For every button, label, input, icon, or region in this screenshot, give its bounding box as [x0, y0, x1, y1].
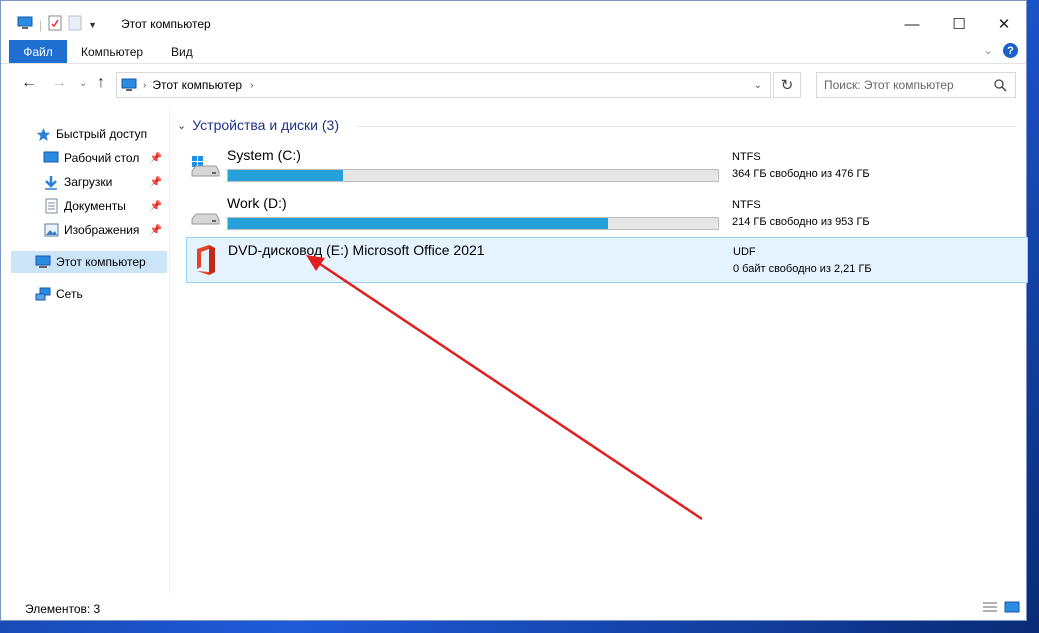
breadcrumb-location[interactable]: Этот компьютер: [152, 78, 242, 92]
sidebar-item-documents[interactable]: Документы 📌: [1, 195, 167, 217]
drive-usage-bar: [227, 217, 719, 230]
refresh-button[interactable]: ↻: [773, 72, 801, 98]
sidebar-item-network[interactable]: Сеть: [1, 283, 167, 305]
drive-usage-bar: [227, 169, 719, 182]
chevron-down-icon[interactable]: ⌄: [177, 119, 186, 132]
computer-icon: [35, 254, 51, 270]
desktop-icon: [43, 150, 59, 166]
group-divider: [357, 126, 1017, 127]
minimize-button[interactable]: —: [889, 9, 935, 39]
sidebar-item-label: Рабочий стол: [64, 151, 140, 165]
computer-icon: [121, 78, 137, 92]
search-placeholder: Поиск: Этот компьютер: [824, 78, 954, 92]
explorer-window: | ▼ Этот компьютер — ☐ ✕ Файл Компьютер …: [0, 0, 1028, 621]
drive-filesystem: UDF: [733, 246, 756, 258]
sidebar-item-this-pc[interactable]: Этот компьютер: [11, 251, 167, 273]
drive-name: DVD-дисковод (E:) Microsoft Office 2021: [228, 242, 485, 258]
sidebar-item-label: Документы: [64, 199, 126, 213]
office-icon: [191, 244, 221, 279]
sidebar-item-label: Изображения: [64, 223, 140, 237]
recent-dropdown-icon[interactable]: ⌄: [79, 78, 87, 89]
search-icon: [994, 78, 1007, 92]
window-title: Этот компьютер: [121, 17, 211, 31]
status-bar: Элементов: 3: [1, 597, 1026, 621]
document-icon: [43, 198, 59, 214]
network-icon: [35, 286, 51, 302]
ribbon-tabs: Файл Компьютер Вид ⌄ ?: [1, 39, 1026, 64]
drive-name: System (C:): [227, 147, 301, 163]
address-bar[interactable]: › Этот компьютер › ⌄: [116, 72, 771, 98]
drive-item-c[interactable]: System (C:) NTFS 364 ГБ свободно из 476 …: [186, 143, 1028, 189]
address-dropdown-icon[interactable]: ⌄: [754, 80, 762, 91]
sidebar-item-quick-access[interactable]: Быстрый доступ: [1, 123, 167, 145]
maximize-button[interactable]: ☐: [936, 9, 982, 39]
breadcrumb-separator-icon[interactable]: ›: [143, 80, 146, 91]
close-button[interactable]: ✕: [981, 9, 1027, 39]
pin-icon[interactable]: 📌: [150, 225, 162, 236]
tab-computer[interactable]: Компьютер: [81, 45, 143, 59]
drive-free-space: 214 ГБ свободно из 953 ГБ: [732, 216, 870, 228]
sidebar-item-label: Сеть: [56, 287, 83, 301]
sidebar-item-label: Этот компьютер: [56, 255, 146, 269]
search-input[interactable]: Поиск: Этот компьютер: [816, 72, 1016, 98]
windows-drive-icon: [190, 151, 220, 180]
drive-name: Work (D:): [227, 195, 287, 211]
item-count: Элементов: 3: [25, 602, 101, 616]
back-arrow-icon[interactable]: ←: [21, 74, 37, 92]
forward-arrow-icon[interactable]: →: [51, 74, 67, 92]
help-icon[interactable]: ?: [1003, 43, 1018, 58]
qat-dropdown-icon[interactable]: ▼: [88, 20, 97, 30]
drive-filesystem: NTFS: [732, 199, 761, 211]
navigation-pane: Быстрый доступ Рабочий стол 📌 Загрузки 📌…: [1, 106, 170, 594]
new-folder-icon[interactable]: [68, 15, 82, 34]
properties-icon[interactable]: [48, 15, 62, 34]
star-icon: [35, 126, 51, 142]
title-bar: | ▼ Этот компьютер — ☐ ✕: [1, 1, 1026, 39]
pictures-icon: [43, 222, 59, 238]
download-icon: [43, 174, 59, 190]
sidebar-item-label: Быстрый доступ: [56, 127, 148, 141]
pin-icon[interactable]: 📌: [150, 153, 162, 164]
drive-filesystem: NTFS: [732, 151, 761, 163]
view-switcher: [982, 601, 1020, 616]
tiles-view-icon[interactable]: [1004, 601, 1020, 616]
drive-usage-fill: [228, 218, 608, 229]
quick-access-toolbar: | ▼: [17, 15, 97, 34]
devices-group-header[interactable]: ⌄ Устройства и диски (3): [177, 117, 339, 133]
up-arrow-icon[interactable]: ↑: [97, 74, 105, 92]
group-title: Устройства и диски (3): [192, 117, 339, 133]
sidebar-item-pictures[interactable]: Изображения 📌: [1, 219, 167, 241]
ribbon-expand-icon[interactable]: ⌄: [984, 44, 993, 57]
drive-free-space: 0 байт свободно из 2,21 ГБ: [733, 263, 872, 275]
pin-icon[interactable]: 📌: [150, 177, 162, 188]
details-view-icon[interactable]: [982, 601, 998, 616]
drive-usage-fill: [228, 170, 344, 181]
sidebar-item-downloads[interactable]: Загрузки 📌: [1, 171, 167, 193]
drive-icon: [190, 199, 220, 228]
sidebar-item-label: Загрузки: [64, 175, 113, 189]
computer-icon[interactable]: [17, 16, 33, 33]
sidebar-item-desktop[interactable]: Рабочий стол 📌: [1, 147, 167, 169]
drive-item-e[interactable]: DVD-дисковод (E:) Microsoft Office 2021 …: [186, 237, 1028, 283]
breadcrumb-chevron-icon[interactable]: ›: [250, 80, 253, 91]
navigation-bar: ← → ⌄ ↑ › Этот компьютер › ⌄ ↻ Поиск: Эт…: [1, 64, 1026, 104]
drive-item-d[interactable]: Work (D:) NTFS 214 ГБ свободно из 953 ГБ: [186, 191, 1028, 237]
drive-free-space: 364 ГБ свободно из 476 ГБ: [732, 168, 870, 180]
tab-view[interactable]: Вид: [171, 45, 193, 59]
ribbon-controls: ⌄ ?: [984, 43, 1018, 58]
pin-icon[interactable]: 📌: [150, 201, 162, 212]
tab-file[interactable]: Файл: [9, 40, 67, 63]
